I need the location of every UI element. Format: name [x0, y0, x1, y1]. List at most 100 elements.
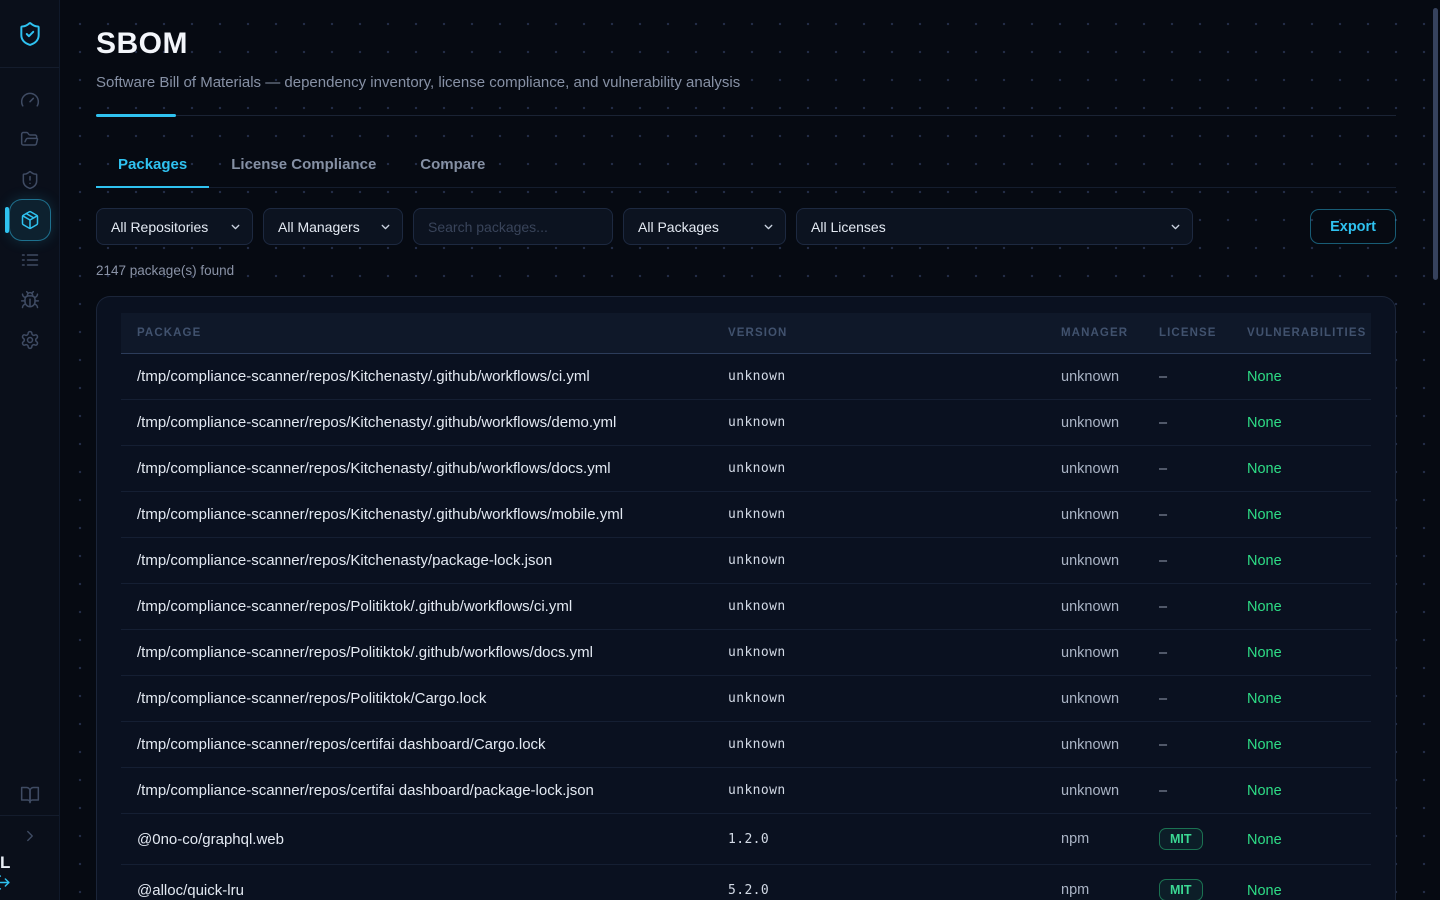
sidebar-item-sbom[interactable] — [0, 200, 59, 240]
package-manager: unknown — [1061, 538, 1159, 584]
tab-license-compliance[interactable]: License Compliance — [209, 143, 398, 188]
package-license: – — [1159, 446, 1247, 492]
license-filter: All Licenses — [796, 208, 1193, 245]
vulnerability-status: None — [1247, 676, 1371, 722]
package-version: unknown — [728, 400, 1061, 446]
package-version: unknown — [728, 722, 1061, 768]
package-name: /tmp/compliance-scanner/repos/Politiktok… — [121, 676, 728, 722]
vulnerability-status: None — [1247, 865, 1371, 900]
table-body: /tmp/compliance-scanner/repos/Kitchenast… — [121, 354, 1371, 900]
packages-table-card: Package Version Manager License Vulnerab… — [96, 296, 1396, 900]
sidebar-item-security[interactable] — [0, 160, 59, 200]
package-license: MIT — [1159, 814, 1247, 865]
package-manager: unknown — [1061, 400, 1159, 446]
package-filter: All Packages — [623, 208, 786, 245]
sidebar-item-inventory[interactable] — [0, 240, 59, 280]
package-name: /tmp/compliance-scanner/repos/Politiktok… — [121, 584, 728, 630]
package-name: /tmp/compliance-scanner/repos/certifai d… — [121, 768, 728, 814]
table-row: /tmp/compliance-scanner/repos/Kitchenast… — [121, 400, 1371, 446]
search-input[interactable] — [413, 208, 613, 245]
book-open-icon — [20, 785, 40, 805]
column-header-manager: Manager — [1061, 313, 1159, 354]
main-content: SBOM Software Bill of Materials — depend… — [60, 0, 1440, 900]
vulnerability-status: None — [1247, 768, 1371, 814]
package-manager: unknown — [1061, 492, 1159, 538]
shield-check-icon — [17, 21, 43, 47]
sidebar-nav — [0, 80, 59, 360]
vulnerability-status: None — [1247, 814, 1371, 865]
result-count: 2147 package(s) found — [96, 263, 1396, 278]
sidebar-item-repositories[interactable] — [0, 120, 59, 160]
table-header-row: Package Version Manager License Vulnerab… — [121, 313, 1371, 354]
vulnerability-none-label: None — [1247, 369, 1282, 385]
vulnerability-status: None — [1247, 354, 1371, 400]
table-row: /tmp/compliance-scanner/repos/Politiktok… — [121, 630, 1371, 676]
export-button[interactable]: Export — [1310, 209, 1396, 244]
table-row: /tmp/compliance-scanner/repos/Politiktok… — [121, 584, 1371, 630]
package-name: /tmp/compliance-scanner/repos/certifai d… — [121, 722, 728, 768]
package-manager: unknown — [1061, 446, 1159, 492]
package-version: unknown — [728, 630, 1061, 676]
table-row: /tmp/compliance-scanner/repos/Kitchenast… — [121, 354, 1371, 400]
manager-filter: All Managers — [263, 208, 403, 245]
logout-item[interactable]: L — [0, 855, 59, 897]
package-license: – — [1159, 676, 1247, 722]
sidebar-item-issues[interactable] — [0, 280, 59, 320]
package-version: unknown — [728, 538, 1061, 584]
vulnerability-none-label: None — [1247, 599, 1282, 615]
table-row: /tmp/compliance-scanner/repos/certifai d… — [121, 768, 1371, 814]
logout-clipped-label: L — [0, 853, 10, 873]
package-name: /tmp/compliance-scanner/repos/Kitchenast… — [121, 400, 728, 446]
folder-open-icon — [20, 130, 40, 150]
package-license: – — [1159, 354, 1247, 400]
package-license: – — [1159, 538, 1247, 584]
package-license: MIT — [1159, 865, 1247, 900]
package-select[interactable]: All Packages — [624, 209, 785, 244]
vulnerability-status: None — [1247, 538, 1371, 584]
repository-select[interactable]: All Repositories — [97, 209, 252, 244]
sidebar-footer — [0, 775, 59, 856]
column-header-version: Version — [728, 313, 1061, 354]
package-version: unknown — [728, 584, 1061, 630]
package-license: – — [1159, 630, 1247, 676]
package-manager: npm — [1061, 865, 1159, 900]
table-row: @0no-co/graphql.web1.2.0npmMITNone — [121, 814, 1371, 865]
package-manager: unknown — [1061, 676, 1159, 722]
table-row: @alloc/quick-lru5.2.0npmMITNone — [121, 865, 1371, 900]
vulnerability-status: None — [1247, 400, 1371, 446]
vulnerability-none-label: None — [1247, 415, 1282, 431]
package-manager: unknown — [1061, 722, 1159, 768]
table-row: /tmp/compliance-scanner/repos/certifai d… — [121, 722, 1371, 768]
manager-select[interactable]: All Managers — [264, 209, 402, 244]
scrollbar-thumb[interactable] — [1433, 8, 1438, 280]
vulnerability-none-label: None — [1247, 737, 1282, 753]
package-license: – — [1159, 722, 1247, 768]
license-badge: MIT — [1159, 879, 1203, 900]
package-name: /tmp/compliance-scanner/repos/Kitchenast… — [121, 492, 728, 538]
sidebar: L — [0, 0, 60, 900]
chevron-right-icon — [21, 827, 39, 845]
package-icon — [9, 199, 51, 241]
page-title: SBOM — [96, 27, 1396, 61]
license-select[interactable]: All Licenses — [797, 209, 1192, 244]
package-manager: unknown — [1061, 354, 1159, 400]
vulnerability-none-label: None — [1247, 783, 1282, 799]
sidebar-collapse-button[interactable] — [0, 816, 59, 856]
package-name: /tmp/compliance-scanner/repos/Kitchenast… — [121, 538, 728, 584]
license-badge: MIT — [1159, 828, 1203, 850]
vulnerability-status: None — [1247, 630, 1371, 676]
tab-packages[interactable]: Packages — [96, 143, 209, 188]
package-name: @alloc/quick-lru — [121, 865, 728, 900]
package-license: – — [1159, 768, 1247, 814]
sidebar-item-docs[interactable] — [0, 775, 59, 815]
package-name: /tmp/compliance-scanner/repos/Kitchenast… — [121, 354, 728, 400]
tab-compare[interactable]: Compare — [398, 143, 507, 188]
column-header-license: License — [1159, 313, 1247, 354]
package-version: unknown — [728, 676, 1061, 722]
app-logo[interactable] — [0, 0, 59, 68]
package-version: unknown — [728, 446, 1061, 492]
sidebar-item-settings[interactable] — [0, 320, 59, 360]
package-manager: npm — [1061, 814, 1159, 865]
package-manager: unknown — [1061, 584, 1159, 630]
sidebar-item-dashboard[interactable] — [0, 80, 59, 120]
